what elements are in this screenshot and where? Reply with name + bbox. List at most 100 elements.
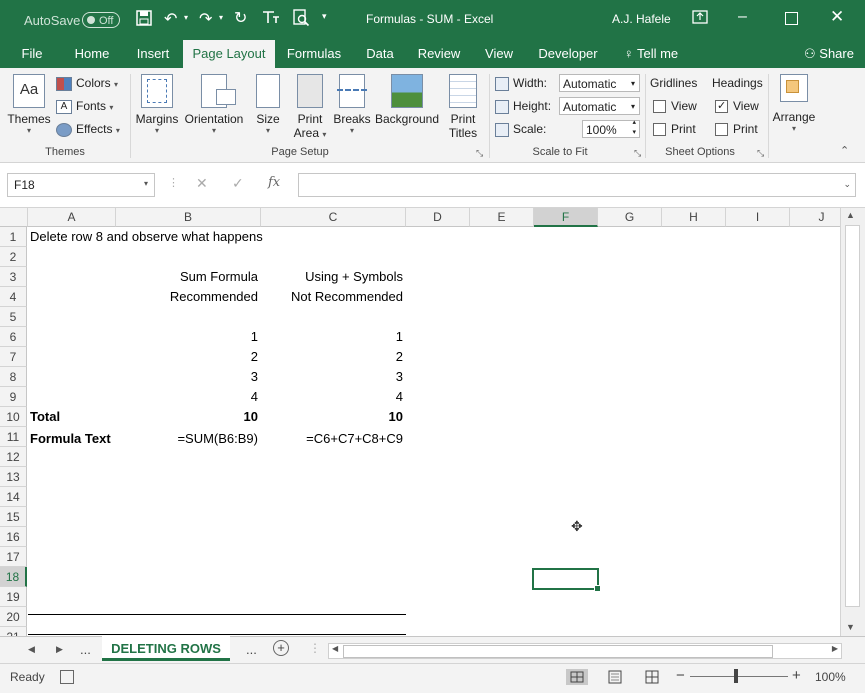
column-header-b[interactable]: B [116, 208, 261, 227]
formula-input[interactable]: ⌄ [298, 173, 856, 197]
margins-button[interactable]: Margins ▾ [134, 74, 180, 135]
save-icon[interactable] [136, 10, 152, 29]
vertical-scrollbar[interactable]: ▲ ▼ [840, 208, 865, 636]
column-header-c[interactable]: C [261, 208, 406, 227]
row-header-14[interactable]: 14 [0, 487, 27, 507]
headings-view-checkbox[interactable]: ✓ View [715, 96, 759, 116]
row-header-6[interactable]: 6 [0, 327, 27, 347]
dialog-launcher-icon[interactable]: ⤡ [757, 148, 764, 159]
minimize-icon[interactable]: – [738, 8, 747, 26]
cell-b3[interactable]: Sum Formula [118, 267, 261, 287]
tab-data[interactable]: Data [360, 40, 400, 68]
breaks-button[interactable]: Breaks ▾ [333, 74, 371, 135]
width-select[interactable]: Automatic ▾ [559, 74, 640, 92]
cell-b8[interactable]: 3 [118, 367, 261, 387]
row-header-17[interactable]: 17 [0, 547, 27, 567]
row-header-3[interactable]: 3 [0, 267, 27, 287]
effects-button[interactable]: Effects ▾ [56, 119, 120, 139]
select-all-corner[interactable] [0, 208, 28, 227]
next-sheets-ellipsis[interactable]: ... [246, 642, 257, 657]
row-header-1[interactable]: 1 [0, 227, 27, 247]
row-header-16[interactable]: 16 [0, 527, 27, 547]
size-button[interactable]: Size ▾ [252, 74, 284, 135]
chevron-down-icon[interactable]: ▾ [144, 179, 148, 188]
sheet-tab-deleting-rows[interactable]: DELETING ROWS [102, 636, 230, 661]
column-header-i[interactable]: I [726, 208, 790, 227]
repeat-icon[interactable]: ↻ [234, 8, 247, 28]
cell-b9[interactable]: 4 [118, 387, 261, 407]
column-header-f[interactable]: F [534, 208, 598, 227]
insert-function-icon[interactable]: fx [268, 175, 280, 190]
cell-a1[interactable]: Delete row 8 and observe what happens [30, 227, 263, 247]
cell-c10[interactable]: 10 [263, 407, 406, 427]
zoom-slider-thumb[interactable] [734, 669, 738, 683]
background-button[interactable]: Background [374, 74, 440, 126]
cell-b7[interactable]: 2 [118, 347, 261, 367]
scroll-right-icon[interactable]: ▶ [832, 644, 838, 653]
row-header-19[interactable]: 19 [0, 587, 27, 607]
cell-b10[interactable]: 10 [118, 407, 261, 427]
ribbon-display-icon[interactable] [692, 10, 708, 27]
scroll-down-icon[interactable]: ▼ [846, 622, 855, 632]
collapse-ribbon-icon[interactable]: ⌃ [840, 144, 849, 157]
zoom-in-icon[interactable]: + [792, 667, 801, 684]
column-header-j[interactable]: J [790, 208, 840, 227]
fill-handle[interactable] [594, 585, 601, 592]
scroll-up-icon[interactable]: ▲ [846, 210, 855, 220]
maximize-icon[interactable] [785, 12, 798, 25]
row-header-11[interactable]: 11 [0, 427, 27, 447]
cell-c9[interactable]: 4 [263, 387, 406, 407]
zoom-out-icon[interactable]: − [676, 667, 685, 684]
fonts-button[interactable]: A Fonts ▾ [56, 96, 113, 116]
zoom-slider[interactable] [690, 676, 788, 677]
column-header-d[interactable]: D [406, 208, 470, 227]
row-header-18[interactable]: 18 [0, 567, 27, 587]
scroll-left-icon[interactable]: ◀ [332, 644, 338, 653]
enter-check-icon[interactable]: ✓ [232, 175, 244, 192]
scroll-left-tab-icon[interactable]: ◀ [28, 644, 35, 655]
normal-view-icon[interactable] [566, 669, 588, 685]
cell-a10[interactable]: Total [30, 407, 60, 427]
scroll-thumb[interactable] [845, 225, 860, 607]
gridlines-view-checkbox[interactable]: View [653, 96, 697, 116]
name-box[interactable]: F18 ▾ [7, 173, 155, 197]
scale-spinner[interactable]: 100% ▴ ▾ [582, 118, 640, 138]
spinner-arrows-icon[interactable]: ▴ ▾ [632, 118, 636, 138]
cell-b6[interactable]: 1 [118, 327, 261, 347]
headings-print-checkbox[interactable]: Print [715, 119, 758, 139]
row-header-7[interactable]: 7 [0, 347, 27, 367]
cell-c3[interactable]: Using + Symbols [263, 267, 406, 287]
autosave-toggle[interactable]: Off [82, 12, 120, 28]
column-header-g[interactable]: G [598, 208, 662, 227]
print-preview-icon[interactable] [292, 9, 310, 30]
colors-button[interactable]: Colors ▾ [56, 73, 118, 93]
column-header-h[interactable]: H [662, 208, 726, 227]
row-header-12[interactable]: 12 [0, 447, 27, 467]
expand-formula-icon[interactable]: ⌄ [843, 179, 851, 190]
arrange-button[interactable]: Arrange ▾ [771, 74, 817, 133]
add-sheet-icon[interactable]: + [273, 640, 289, 656]
tab-page-layout[interactable]: Page Layout [183, 40, 275, 68]
tell-me-box[interactable]: ♀ Tell me [618, 40, 684, 68]
row-header-8[interactable]: 8 [0, 367, 27, 387]
tab-developer[interactable]: Developer [534, 40, 602, 68]
previous-sheets-ellipsis[interactable]: ... [80, 642, 91, 657]
customize-qat-icon[interactable]: ▾ [322, 11, 327, 22]
scroll-right-tab-icon[interactable]: ▶ [56, 644, 63, 655]
tab-view[interactable]: View [479, 40, 519, 68]
row-header-20[interactable]: 20 [0, 607, 27, 627]
print-titles-button[interactable]: Print Titles [444, 74, 482, 140]
dialog-launcher-icon[interactable]: ⤡ [476, 148, 483, 159]
h-scroll-thumb[interactable] [343, 645, 773, 658]
user-name[interactable]: A.J. Hafele [612, 12, 671, 26]
orientation-button[interactable]: Orientation ▾ [183, 74, 245, 135]
cancel-icon[interactable]: ✕ [196, 175, 208, 192]
page-break-preview-icon[interactable] [644, 670, 660, 687]
undo-dropdown-icon[interactable]: ▾ [184, 13, 188, 22]
tab-split-icon[interactable]: ⋮ [309, 641, 321, 655]
cell-b11[interactable]: =SUM(B6:B9) [118, 429, 261, 449]
active-cell-f18[interactable] [532, 568, 601, 592]
cell-c4[interactable]: Not Recommended [263, 287, 406, 307]
row-header-5[interactable]: 5 [0, 307, 27, 327]
row-header-9[interactable]: 9 [0, 387, 27, 407]
